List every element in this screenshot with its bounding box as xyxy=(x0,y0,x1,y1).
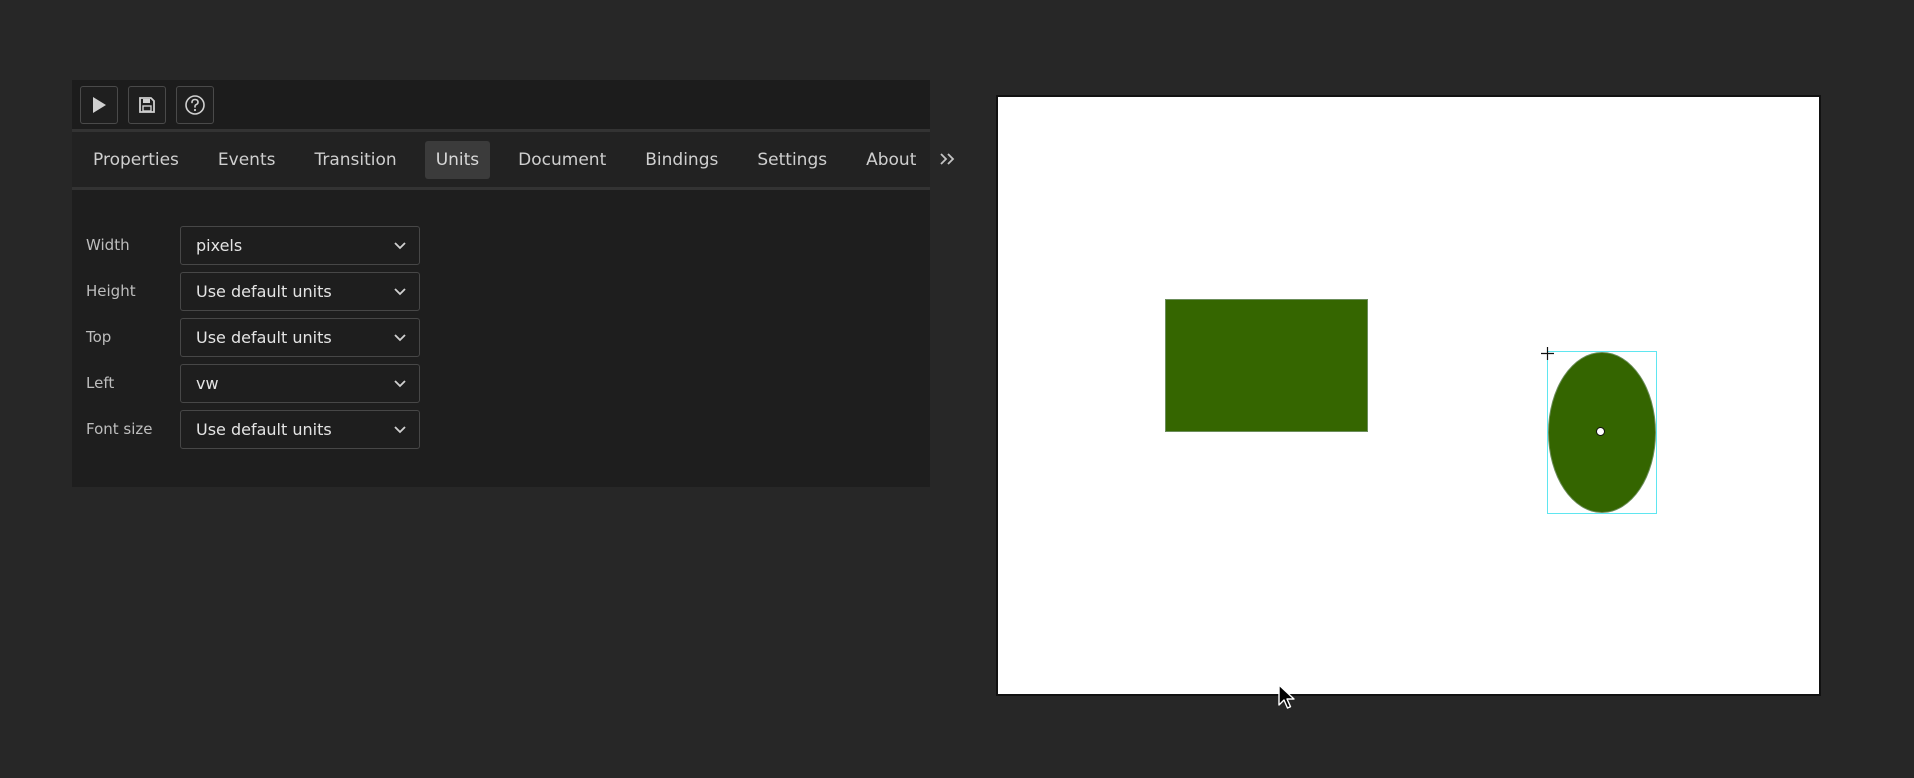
rectangle-shape[interactable] xyxy=(1165,299,1368,432)
properties-panel: Properties Events Transition Units Docum… xyxy=(72,80,955,487)
tab-about[interactable]: About xyxy=(855,141,927,179)
tab-transition[interactable]: Transition xyxy=(303,141,407,179)
design-canvas[interactable] xyxy=(996,95,1821,696)
tab-units[interactable]: Units xyxy=(424,140,491,179)
font-size-label: Font size xyxy=(86,420,153,438)
height-row: Height Use default units xyxy=(86,268,930,314)
tab-document[interactable]: Document xyxy=(507,141,617,179)
double-chevron-right-icon xyxy=(938,148,956,172)
chevron-down-icon xyxy=(393,241,407,250)
mouse-pointer-icon xyxy=(1277,684,1297,716)
width-label: Width xyxy=(86,236,130,254)
chevron-down-icon xyxy=(393,333,407,342)
height-label: Height xyxy=(86,282,136,300)
top-select[interactable]: Use default units xyxy=(180,317,420,357)
save-button[interactable] xyxy=(128,85,166,124)
more-tabs-button[interactable] xyxy=(938,148,956,172)
width-select-value: pixels xyxy=(196,235,243,255)
tab-settings[interactable]: Settings xyxy=(746,141,838,179)
tab-events[interactable]: Events xyxy=(207,141,287,179)
selection-box[interactable] xyxy=(1547,351,1657,514)
font-size-select-value: Use default units xyxy=(196,419,332,439)
width-row: Width pixels xyxy=(86,222,930,268)
top-select-value: Use default units xyxy=(196,327,332,347)
save-icon xyxy=(138,96,156,114)
units-form: Width pixels Height Use default units To… xyxy=(72,190,930,452)
help-button[interactable] xyxy=(176,85,214,124)
left-label: Left xyxy=(86,374,115,392)
tab-properties[interactable]: Properties xyxy=(82,141,190,179)
left-row: Left vw xyxy=(86,360,930,406)
chevron-down-icon xyxy=(393,287,407,296)
crosshair-icon[interactable] xyxy=(1541,345,1554,364)
left-select-value: vw xyxy=(196,373,219,393)
left-select[interactable]: vw xyxy=(180,363,420,403)
tab-bindings[interactable]: Bindings xyxy=(634,141,729,179)
chevron-down-icon xyxy=(393,379,407,388)
play-icon xyxy=(91,96,107,114)
chevron-down-icon xyxy=(393,425,407,434)
height-select[interactable]: Use default units xyxy=(180,271,420,311)
top-row: Top Use default units xyxy=(86,314,930,360)
help-icon xyxy=(184,94,206,116)
rotation-center-handle[interactable] xyxy=(1596,427,1605,436)
height-select-value: Use default units xyxy=(196,281,332,301)
font-size-row: Font size Use default units xyxy=(86,406,930,452)
play-button[interactable] xyxy=(80,85,118,124)
tab-bar: Properties Events Transition Units Docum… xyxy=(72,132,955,190)
width-select[interactable]: pixels xyxy=(180,225,420,265)
top-label: Top xyxy=(86,328,112,346)
font-size-select[interactable]: Use default units xyxy=(180,409,420,449)
toolbar xyxy=(72,80,930,132)
